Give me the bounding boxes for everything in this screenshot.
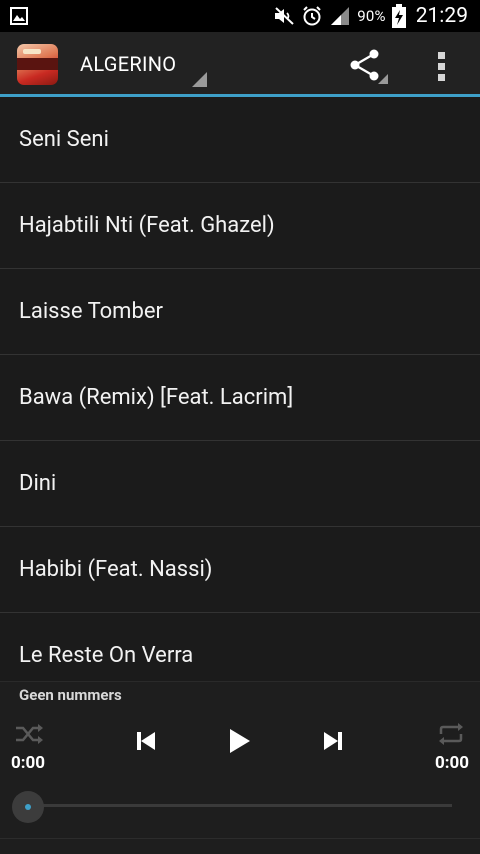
- track-list[interactable]: Seni Seni Hajabtili Nti (Feat. Ghazel) L…: [0, 97, 480, 681]
- clock: 21:29: [415, 4, 468, 28]
- repeat-button[interactable]: [434, 720, 468, 748]
- list-item[interactable]: Seni Seni: [0, 97, 480, 183]
- list-item[interactable]: Hajabtili Nti (Feat. Ghazel): [0, 183, 480, 269]
- list-item[interactable]: Laisse Tomber: [0, 269, 480, 355]
- alarm-icon: [301, 5, 323, 27]
- signal-icon: [329, 5, 351, 27]
- share-icon: [350, 49, 388, 84]
- shuffle-button[interactable]: [12, 720, 46, 748]
- app-icon[interactable]: [17, 44, 58, 85]
- elapsed-time: 0:00: [11, 753, 46, 773]
- action-bar: [0, 32, 480, 94]
- battery-charging-icon: [391, 4, 406, 28]
- seek-bar-thumb[interactable]: [12, 791, 44, 823]
- status-bar: 90% 21:29: [0, 0, 480, 32]
- player-status-text: Geen nummers: [19, 686, 122, 704]
- play-icon: [230, 729, 250, 753]
- player-bottom-divider: [0, 838, 480, 839]
- image-notification-icon: [10, 7, 28, 25]
- next-icon: [324, 732, 342, 750]
- play-button[interactable]: [222, 724, 256, 758]
- list-item[interactable]: Le Reste On Verra: [0, 613, 480, 681]
- list-item[interactable]: Dini: [0, 441, 480, 527]
- previous-button[interactable]: [130, 726, 162, 756]
- seek-bar-track[interactable]: [28, 804, 452, 807]
- dropdown-triangle-icon[interactable]: [192, 72, 207, 87]
- previous-icon: [137, 732, 155, 750]
- overflow-menu-button[interactable]: [428, 46, 456, 86]
- battery-percent: 90%: [357, 7, 386, 25]
- overflow-menu-icon: [438, 52, 445, 81]
- album-title[interactable]: ALGERINO: [80, 52, 176, 76]
- list-item[interactable]: Habibi (Feat. Nassi): [0, 527, 480, 613]
- share-button[interactable]: [346, 46, 390, 86]
- list-item[interactable]: Bawa (Remix) [Feat. Lacrim]: [0, 355, 480, 441]
- seek-bar-thumb-dot: [25, 804, 31, 810]
- total-duration: 0:00: [434, 753, 469, 773]
- mute-icon: [273, 5, 295, 27]
- repeat-icon: [439, 723, 463, 745]
- next-button[interactable]: [317, 726, 349, 756]
- shuffle-icon: [16, 724, 43, 744]
- player-panel: Geen nummers 0:00 0:00: [0, 681, 480, 854]
